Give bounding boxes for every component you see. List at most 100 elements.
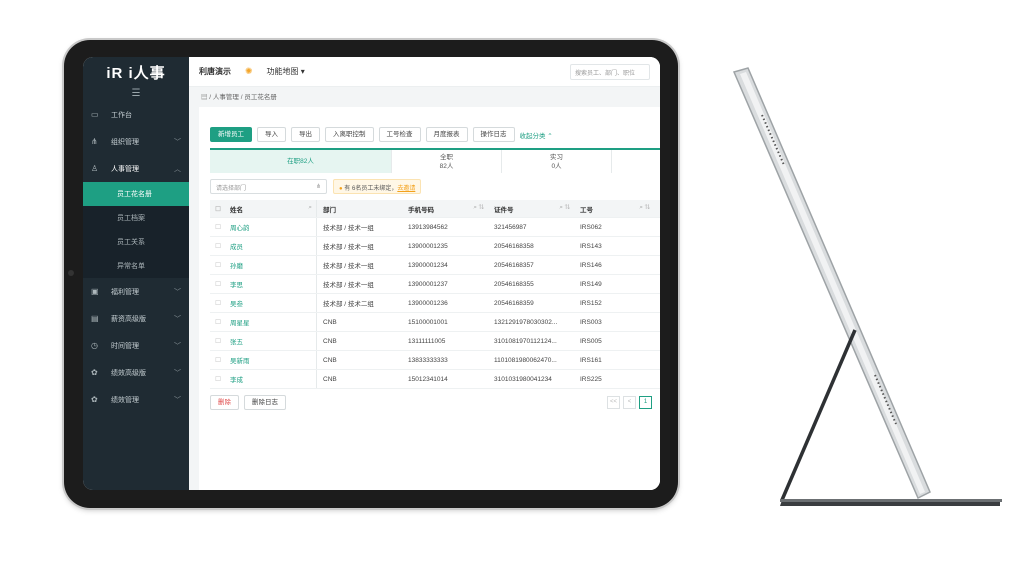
sidebar-item-welfare[interactable]: ▣ 福利管理 ﹀: [83, 278, 189, 305]
table-row[interactable]: ☐ 周心韵 技术部 / 技术一组 13913984562 321456987 IRS062: [210, 218, 660, 237]
sort-icon[interactable]: ⌕ ⇅: [639, 204, 650, 212]
breadcrumb: ▤ / 人事管理 / 员工花名册: [201, 94, 277, 101]
row-checkbox[interactable]: ☐: [210, 299, 226, 307]
sort-icon[interactable]: ⌕ ⇅: [473, 204, 484, 212]
table-row[interactable]: ☐ 孙磨 技术部 / 技术一组 13900001234 20546168357 IRS14…: [210, 256, 660, 275]
header-phone[interactable]: 手机号码 ⌕ ⇅: [402, 204, 488, 214]
tab-active-employees[interactable]: 在职82人: [210, 150, 392, 173]
export-button[interactable]: 导出: [291, 127, 320, 142]
person-icon: ♙: [91, 164, 99, 173]
sidebar-subitem-exceptions[interactable]: 异常名单: [83, 254, 189, 278]
first-page-button[interactable]: <<: [607, 396, 620, 409]
sidebar-subitem-roster[interactable]: 员工花名册: [83, 182, 189, 206]
table-row[interactable]: ☐ 成员 技术部 / 技术一组 13900001235 20546168358 IRS14…: [210, 237, 660, 256]
company-switcher[interactable]: 利唐演示: [199, 66, 231, 77]
onboard-control-button[interactable]: 入离职控制: [325, 127, 374, 142]
row-checkbox[interactable]: ☐: [210, 356, 226, 364]
employee-dept: CNB: [316, 351, 402, 369]
toolbar: 新增员工 导入 导出 入离职控制 工号检查 月度报表 操作日志 收起分类 ⌃: [199, 107, 660, 142]
warning-icon: ●: [339, 186, 343, 192]
stat-value: 82人: [439, 162, 454, 170]
employee-dept: 技术部 / 技术二组: [316, 294, 402, 312]
sidebar-item-salary[interactable]: ▤ 薪资高级版 ﹀: [83, 305, 189, 332]
table-row[interactable]: ☐ 吴新雨 CNB 13833333333 1101081980062470... IRS…: [210, 351, 660, 370]
camera: [68, 270, 74, 276]
table-row[interactable]: ☐ 李成 CNB 15012341014 3101031980041234 IRS225: [210, 370, 660, 389]
sidebar-item-performance[interactable]: ✿ 绩效管理 ﹀: [83, 386, 189, 413]
id-check-button[interactable]: 工号检查: [378, 127, 421, 142]
employee-number: IRS161: [580, 356, 602, 364]
employee-number: IRS149: [580, 280, 602, 288]
search-input[interactable]: 搜索员工、部门、职位: [570, 63, 650, 80]
top-bar: 利唐演示 ✺ 功能地图 ▾ 搜索员工、部门、职位: [189, 57, 660, 87]
delete-button[interactable]: 删除: [210, 395, 239, 410]
stat-label: 全职: [440, 153, 453, 161]
department-select[interactable]: 请选择部门 ⋔: [210, 179, 327, 194]
settings-icon[interactable]: ✺: [245, 66, 253, 77]
employee-name-link[interactable]: 周星星: [226, 317, 316, 327]
row-checkbox[interactable]: ☐: [210, 223, 226, 231]
employee-name-link[interactable]: 李思: [226, 279, 316, 289]
table-footer: 删除 删除日志 << < 1: [210, 395, 660, 410]
menu-toggle-icon[interactable]: ☰: [83, 87, 189, 101]
sidebar-item-perf-advanced[interactable]: ✿ 绩效高级版 ﹀: [83, 359, 189, 386]
invite-link[interactable]: 去邀请: [397, 186, 415, 192]
table-row[interactable]: ☐ 周星星 CNB 15100001001 1321291978030302... IRS…: [210, 313, 660, 332]
employee-name-link[interactable]: 吴新雨: [226, 355, 316, 365]
collapse-category-link[interactable]: 收起分类 ⌃: [520, 130, 553, 140]
header-name[interactable]: 姓名 ⌕: [226, 204, 316, 214]
import-button[interactable]: 导入: [257, 127, 286, 142]
row-checkbox[interactable]: ☐: [210, 242, 226, 250]
filter-row: 请选择部门 ⋔ ● 有 6名员工未绑定，去邀请: [210, 179, 660, 194]
chevron-down-icon: ﹀: [174, 288, 181, 296]
tablet-side-illustration: [732, 67, 1002, 506]
operation-log-button[interactable]: 操作日志: [472, 127, 515, 142]
employee-name-link[interactable]: 张五: [226, 336, 316, 346]
sidebar-item-time[interactable]: ◷ 时间管理 ﹀: [83, 332, 189, 359]
tablet-screen: iR i人事 ☰ ▭ 工作台 ⋔ 组织管理 ﹀ ♙ 人事管理 ︿ 员工花名册 员…: [83, 57, 660, 490]
employee-number: IRS225: [580, 375, 602, 383]
employee-name-link[interactable]: 李成: [226, 374, 316, 384]
employee-name-link[interactable]: 周心韵: [226, 222, 316, 232]
table-row[interactable]: ☐ 张五 CNB 13111111005 3101081970112124... IRS0…: [210, 332, 660, 351]
employee-name-link[interactable]: 孙磨: [226, 260, 316, 270]
search-icon[interactable]: ⌕: [308, 204, 312, 212]
header-no[interactable]: 工号 ⌕ ⇅: [574, 204, 654, 214]
header-id[interactable]: 证件号 ⌕ ⇅: [488, 204, 574, 214]
sidebar-item-workbench[interactable]: ▭ 工作台: [83, 101, 189, 128]
employee-number: IRS062: [580, 223, 602, 231]
tab-fulltime[interactable]: 全职 82人: [392, 150, 502, 173]
employee-phone: 13913984562: [408, 223, 448, 231]
employee-name-link[interactable]: 吴叁: [226, 298, 316, 308]
header-dept[interactable]: 部门: [316, 200, 402, 217]
monthly-report-button[interactable]: 月度报表: [425, 127, 468, 142]
employee-id-number: 3101081970112124...: [494, 337, 557, 345]
notice-text: 6名员工未绑定，: [351, 186, 398, 192]
employee-dept: 技术部 / 技术一组: [316, 256, 402, 274]
employee-phone: 13900001235: [408, 242, 448, 250]
sidebar-item-org[interactable]: ⋔ 组织管理 ﹀: [83, 128, 189, 155]
sidebar-item-hr[interactable]: ♙ 人事管理 ︿: [83, 155, 189, 182]
table-row[interactable]: ☐ 吴叁 技术部 / 技术二组 13900001236 20546168359 IRS15…: [210, 294, 660, 313]
sidebar-subitem-archive[interactable]: 员工档案: [83, 206, 189, 230]
row-checkbox[interactable]: ☐: [210, 261, 226, 269]
sort-icon[interactable]: ⌕ ⇅: [559, 204, 570, 212]
employee-name-link[interactable]: 成员: [226, 241, 316, 251]
row-checkbox[interactable]: ☐: [210, 280, 226, 288]
row-checkbox[interactable]: ☐: [210, 337, 226, 345]
row-checkbox[interactable]: ☐: [210, 375, 226, 383]
table-row[interactable]: ☐ 李思 技术部 / 技术一组 13900001237 20546168355 IRS14…: [210, 275, 660, 294]
sidebar-subitem-relations[interactable]: 员工关系: [83, 230, 189, 254]
employee-id-number: 20546168357: [494, 261, 534, 269]
prev-page-button[interactable]: <: [623, 396, 636, 409]
page-1-button[interactable]: 1: [639, 396, 652, 409]
add-employee-button[interactable]: 新增员工: [210, 127, 252, 142]
tab-intern[interactable]: 实习 0人: [502, 150, 612, 173]
feature-map-dropdown[interactable]: 功能地图 ▾: [267, 66, 305, 77]
employee-number: IRS143: [580, 242, 602, 250]
employee-phone: 13900001234: [408, 261, 448, 269]
chevron-down-icon: ﹀: [174, 396, 181, 404]
row-checkbox[interactable]: ☐: [210, 318, 226, 326]
delete-log-button[interactable]: 删除日志: [244, 395, 286, 410]
select-all-checkbox[interactable]: ☐: [210, 205, 226, 213]
